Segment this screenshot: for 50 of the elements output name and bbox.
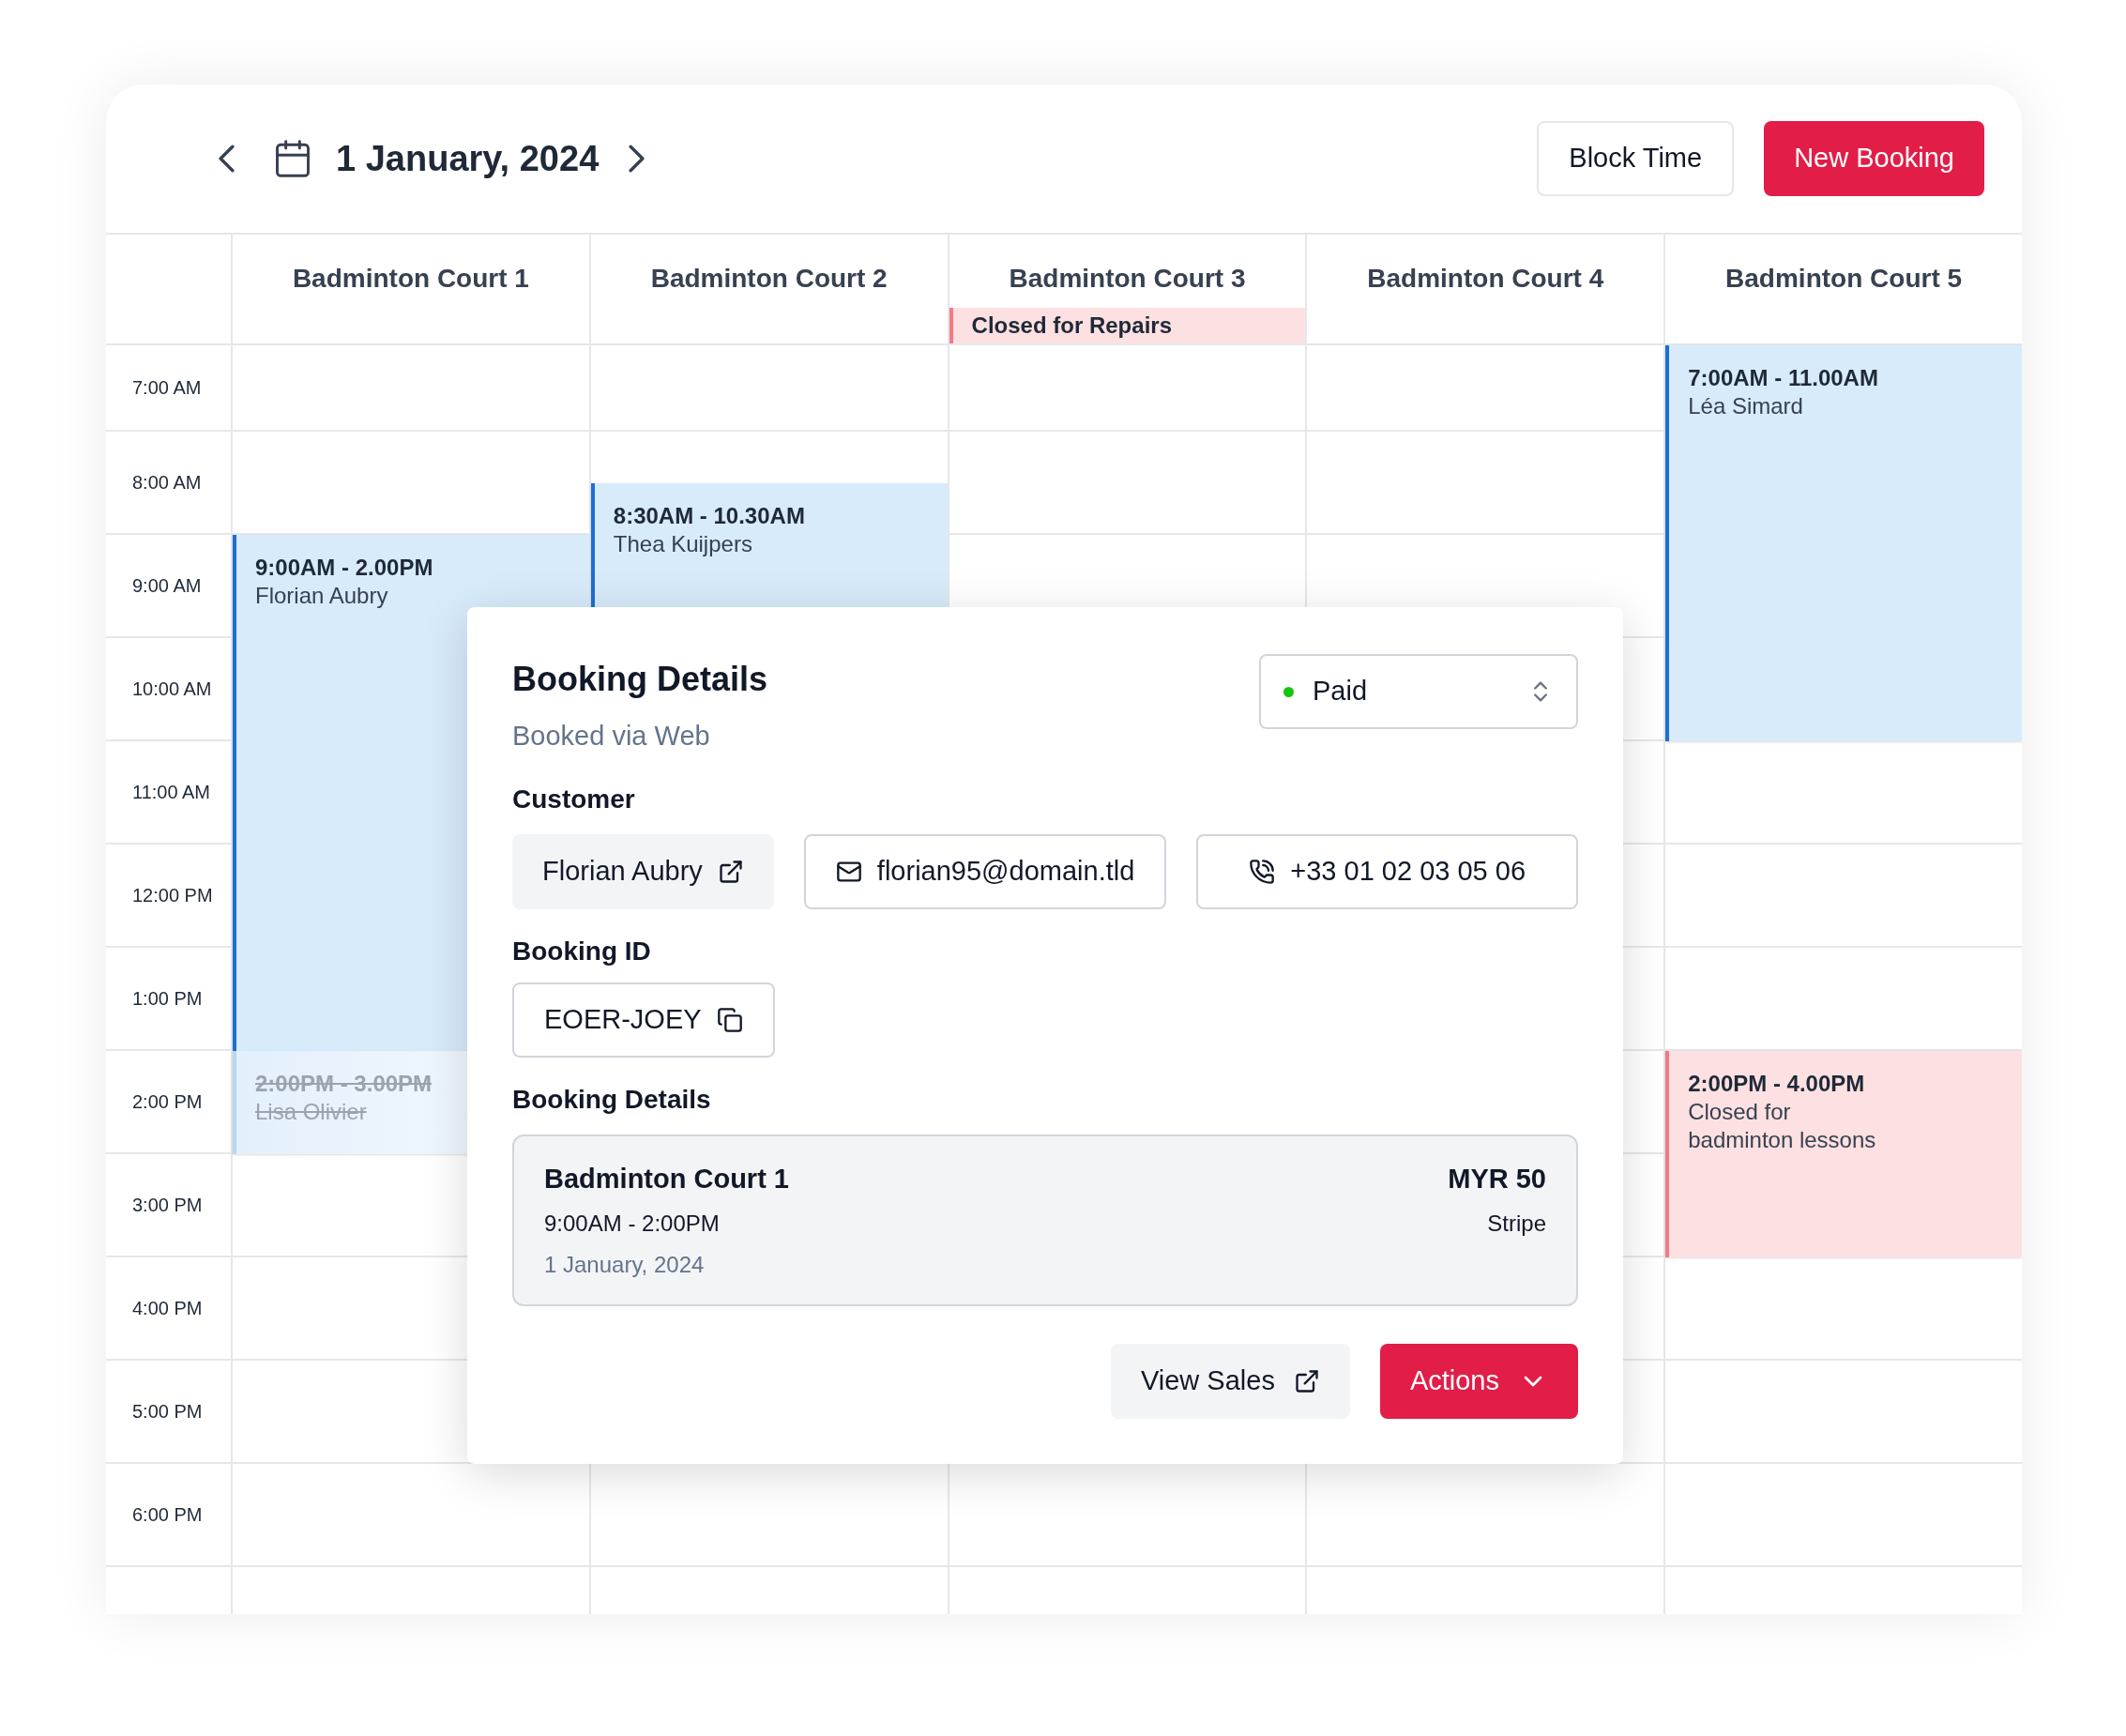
time-label: 5:00 PM <box>132 1400 203 1424</box>
time-label: 7:00 AM <box>132 376 202 400</box>
chevron-left-icon <box>219 145 235 173</box>
time-label: 6:00 PM <box>132 1503 203 1527</box>
time-label: 12:00 PM <box>132 884 213 907</box>
booking-card[interactable]: 2:00PM - 4.00PM Closed for badminton lessons <box>1665 1051 2022 1257</box>
summary-date: 1 January, 2024 <box>544 1251 706 1279</box>
time-label: 11:00 AM <box>132 781 211 804</box>
booking-time: 8:30AM - 10.30AM <box>613 502 806 530</box>
booking-time: 2:00PM - 4.00PM <box>1688 1070 1866 1098</box>
booking-name: Closed for badminton lessons <box>1688 1098 1877 1154</box>
payment-method: Stripe <box>1486 1210 1546 1238</box>
status-select[interactable]: Paid <box>1259 654 1578 729</box>
court-name: Badminton Court 5 <box>1724 263 1964 295</box>
view-sales-button[interactable]: View Sales <box>1110 1344 1350 1419</box>
closed-notice: Closed for Repairs <box>949 308 1306 343</box>
time-label: 8:00 AM <box>132 471 202 495</box>
booking-time: 7:00AM - 11.00AM <box>1688 364 1879 392</box>
copy-icon <box>716 1006 743 1033</box>
time-label: 10:00 AM <box>132 678 212 701</box>
email-chip[interactable]: florian95@domain.tld <box>803 833 1167 909</box>
time-label: 2:00 PM <box>132 1090 203 1114</box>
external-link-icon <box>1293 1368 1320 1394</box>
booking-name: Thea Kuijpers <box>613 530 753 558</box>
court-name: Badminton Court 4 <box>1366 263 1605 295</box>
phone-icon <box>1249 858 1276 885</box>
summary-price: MYR 50 <box>1448 1162 1546 1195</box>
header-button[interactable]: Block Time <box>1537 121 1735 196</box>
court-name: Badminton Court 2 <box>649 263 888 295</box>
booking-id-chip[interactable]: EOER-JOEY <box>512 982 775 1058</box>
external-link-icon <box>717 858 744 885</box>
customer-name-link[interactable]: Florian Aubry <box>512 833 774 909</box>
booking-card[interactable]: 7:00AM - 11.00AM Léa Simard <box>1665 345 2022 741</box>
header-button[interactable]: New Booking <box>1764 121 1984 196</box>
summary-time: 9:00AM - 2:00PM <box>544 1210 721 1238</box>
actions-button[interactable]: Actions <box>1379 1344 1578 1419</box>
date-title: 1 January, 2024 <box>336 137 600 180</box>
booking-name: Léa Simard <box>1688 392 1804 420</box>
court-name: Badminton Court 1 <box>291 263 530 295</box>
time-label: 1:00 PM <box>132 987 203 1011</box>
booking-time: 2:00PM - 3.00PM <box>255 1070 433 1098</box>
summary-court: Badminton Court 1 <box>544 1162 789 1195</box>
booking-time: 9:00AM - 2.00PM <box>255 554 434 582</box>
booking-name: Florian Aubry <box>255 582 389 610</box>
time-label: 4:00 PM <box>132 1297 203 1320</box>
chevron-right-icon <box>629 145 645 173</box>
court-name: Badminton Court 3 <box>1008 263 1247 295</box>
phone-chip[interactable]: +33 01 02 03 05 06 <box>1196 833 1578 909</box>
time-label: 9:00 AM <box>132 574 202 598</box>
time-label: 3:00 PM <box>132 1194 203 1217</box>
